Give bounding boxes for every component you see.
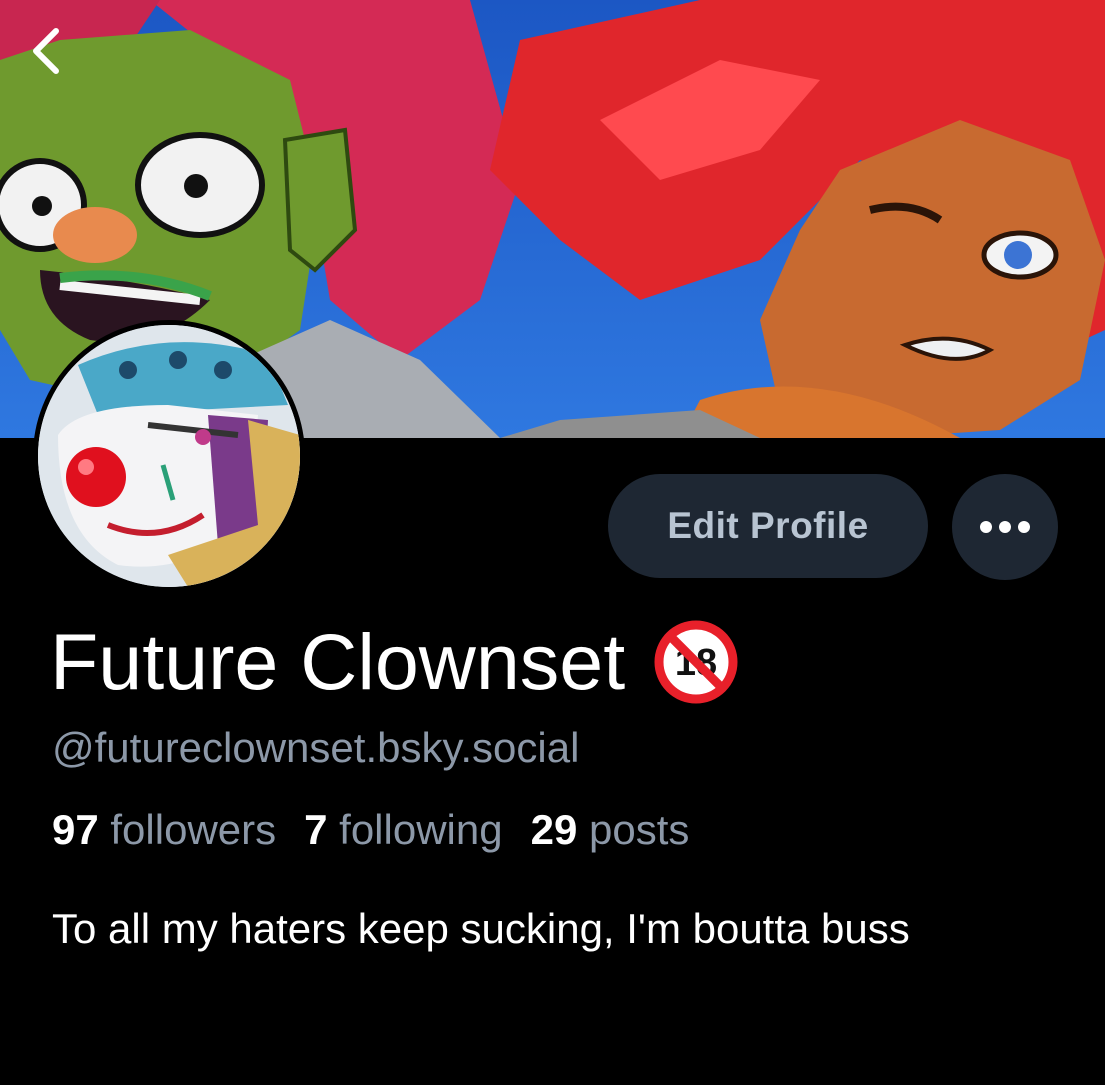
edit-profile-label: Edit Profile: [667, 505, 869, 546]
profile-bio: To all my haters keep sucking, I'm boutt…: [52, 905, 910, 952]
posts-label: posts: [588, 806, 690, 853]
display-name: Future Clownset: [50, 617, 626, 706]
following-count: 7: [304, 806, 328, 853]
followers-count: 97: [52, 806, 99, 853]
posts-stat: 29 posts: [531, 806, 690, 854]
profile-handle: @futureclownset.bsky.social: [52, 724, 580, 771]
ellipsis-icon: [980, 521, 1030, 533]
followers-label: followers: [110, 806, 277, 853]
avatar[interactable]: [33, 320, 305, 592]
back-button[interactable]: [26, 26, 86, 86]
following-stat[interactable]: 7 following: [304, 806, 502, 854]
more-options-button[interactable]: [952, 474, 1058, 580]
following-label: following: [339, 806, 503, 853]
avatar-image: [38, 325, 300, 587]
profile-page: Edit Profile Future Clownset 18 @futurec…: [0, 0, 1105, 1085]
chevron-left-icon: [33, 28, 59, 74]
posts-count: 29: [530, 806, 578, 853]
edit-profile-button[interactable]: Edit Profile: [608, 474, 928, 578]
eighteen-prohibited-icon: 18: [654, 620, 738, 704]
profile-stats: 97 followers 7 following 29 posts: [52, 806, 689, 854]
display-name-row: Future Clownset 18: [50, 612, 739, 712]
followers-stat[interactable]: 97 followers: [52, 806, 276, 854]
